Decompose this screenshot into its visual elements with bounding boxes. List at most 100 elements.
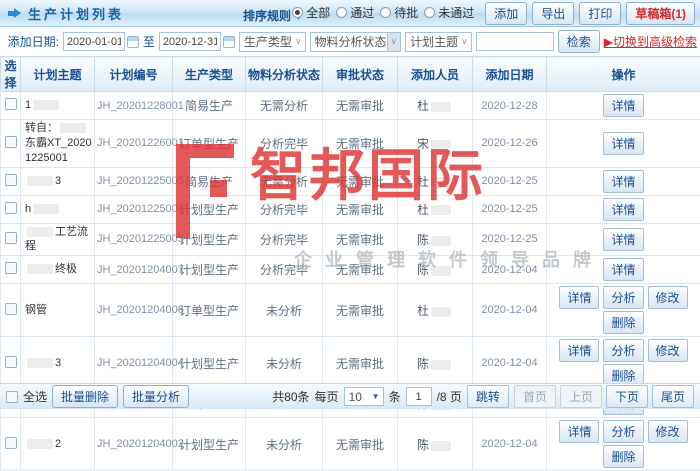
added-date-cell: 2020-12-04 (473, 418, 547, 471)
row-checkbox[interactable] (5, 303, 17, 315)
added-date-cell: 2020-12-28 (473, 92, 547, 120)
first-page-button[interactable]: 首页 (514, 385, 556, 408)
keyword-input[interactable] (476, 32, 554, 51)
plan-subject-cell: 钢管 (21, 284, 95, 337)
added-person-cell: 陈 (398, 223, 473, 256)
analyze-button[interactable]: 分析 (603, 286, 643, 309)
table-header-row: 选择计划主题计划编号生产类型物料分析状态审批状态添加人员添加日期操作 (1, 57, 700, 92)
add-button[interactable]: 添加 (485, 2, 527, 25)
plan-number-cell: JH_20201204006 (95, 284, 173, 337)
redacted-text (431, 236, 451, 246)
row-checkbox[interactable] (5, 356, 17, 368)
search-button[interactable]: 检索 (558, 30, 600, 53)
detail-button[interactable]: 详情 (559, 339, 599, 362)
column-header: 物料分析状态 (246, 57, 323, 92)
added-date-cell: 2020-12-04 (473, 256, 547, 284)
row-checkbox[interactable] (5, 262, 17, 274)
plan-subject-cell: h (21, 195, 95, 223)
next-page-button[interactable]: 下页 (606, 385, 648, 408)
plan-subject-cell: 3 (21, 337, 95, 390)
batch-analyze-button[interactable]: 批量分析 (123, 385, 189, 408)
analyze-button[interactable]: 分析 (603, 339, 643, 362)
detail-button[interactable]: 详情 (603, 132, 643, 155)
redacted-text (431, 205, 451, 215)
plan-number-cell: JH_20201225003 (95, 223, 173, 256)
redacted-text (33, 204, 59, 214)
date-from-input[interactable] (63, 32, 125, 51)
table-row: 钢管JH_20201204006订单型生产未分析无需审批杜2020-12-04详… (1, 284, 700, 337)
redacted-text (27, 439, 53, 449)
column-header: 添加日期 (473, 57, 547, 92)
detail-button[interactable]: 详情 (559, 286, 599, 309)
calendar-icon[interactable] (127, 36, 139, 48)
approval-status-cell: 无需审批 (323, 195, 398, 223)
row-checkbox[interactable] (5, 174, 17, 186)
detail-button[interactable]: 详情 (603, 228, 643, 251)
chevron-down-icon: ∨ (292, 33, 305, 51)
delete-button[interactable]: 删除 (603, 311, 643, 334)
page-number-input[interactable] (406, 387, 432, 406)
radio-pending[interactable]: 待批 (380, 4, 418, 21)
approval-status-cell: 无需审批 (323, 223, 398, 256)
calendar-icon[interactable] (223, 36, 235, 48)
delete-button[interactable]: 删除 (603, 445, 643, 468)
plan-number-cell: JH_20201204004 (95, 337, 173, 390)
modify-button[interactable]: 修改 (648, 339, 688, 362)
redacted-text (431, 102, 451, 112)
production-type-cell: 计划型生产 (173, 337, 246, 390)
page-total-text: /8 页 (437, 388, 462, 405)
approval-status-cell: 无需审批 (323, 167, 398, 195)
per-page-value: 10 (349, 390, 362, 404)
select-cell (1, 284, 21, 337)
modify-button[interactable]: 修改 (648, 420, 688, 443)
column-header: 审批状态 (323, 57, 398, 92)
last-page-button[interactable]: 尾页 (652, 385, 694, 408)
advanced-search-link[interactable]: ▶切换到高级检索 (604, 33, 697, 50)
material-status-cell: 无需分析 (246, 167, 323, 195)
date-to-input[interactable] (159, 32, 221, 51)
per-page-select[interactable]: 10 ▼ (344, 387, 384, 406)
export-button[interactable]: 导出 (532, 2, 574, 25)
detail-button[interactable]: 详情 (603, 198, 643, 221)
row-checkbox[interactable] (5, 202, 17, 214)
select-all-checkbox[interactable] (6, 391, 18, 403)
radio-approved[interactable]: 通过 (336, 4, 374, 21)
row-checkbox[interactable] (5, 136, 17, 148)
plan-subject-select[interactable]: 计划主题∨ (405, 32, 472, 52)
production-type-cell: 订单型生产 (173, 120, 246, 168)
approval-status-cell: 无需审批 (323, 337, 398, 390)
redacted-text (60, 123, 86, 133)
added-date-cell: 2020-12-04 (473, 337, 547, 390)
detail-button[interactable]: 详情 (603, 94, 643, 117)
detail-button[interactable]: 详情 (603, 170, 643, 193)
plan-number-cell: JH_20201225005 (95, 167, 173, 195)
actions-cell: 详情分析修改删除 (547, 418, 700, 471)
analyze-button[interactable]: 分析 (603, 420, 643, 443)
material-status-cell: 未分析 (246, 418, 323, 471)
modify-button[interactable]: 修改 (648, 286, 688, 309)
added-person-cell: 杜 (398, 284, 473, 337)
add-date-label: 添加日期: (8, 33, 59, 50)
detail-button[interactable]: 详情 (603, 258, 643, 281)
arrow-right-icon (8, 8, 21, 18)
radio-rejected[interactable]: 未通过 (424, 4, 474, 21)
plan-number-cell: JH_20201204002 (95, 418, 173, 471)
batch-delete-button[interactable]: 批量删除 (52, 385, 118, 408)
print-button[interactable]: 打印 (579, 2, 621, 25)
material-analysis-status-select[interactable]: 物料分析状态∨ (310, 32, 402, 52)
radio-label: 全部 (306, 4, 330, 21)
table-row: 2JH_20201204002计划型生产未分析无需审批陈2020-12-04详情… (1, 418, 700, 471)
draft-box-button[interactable]: 草稿箱(1) (626, 2, 695, 25)
column-header: 操作 (547, 57, 700, 92)
select-cell (1, 337, 21, 390)
jump-button[interactable]: 跳转 (467, 385, 509, 408)
detail-button[interactable]: 详情 (559, 420, 599, 443)
material-status-cell: 无需分析 (246, 92, 323, 120)
prev-page-button[interactable]: 上页 (560, 385, 602, 408)
plan-subject-cell: 1 (21, 92, 95, 120)
production-type-select[interactable]: 生产类型∨ (239, 32, 306, 52)
sort-rules-label: 排序规则 (243, 9, 291, 23)
row-checkbox[interactable] (5, 437, 17, 449)
row-checkbox[interactable] (5, 98, 17, 110)
row-checkbox[interactable] (5, 232, 17, 244)
